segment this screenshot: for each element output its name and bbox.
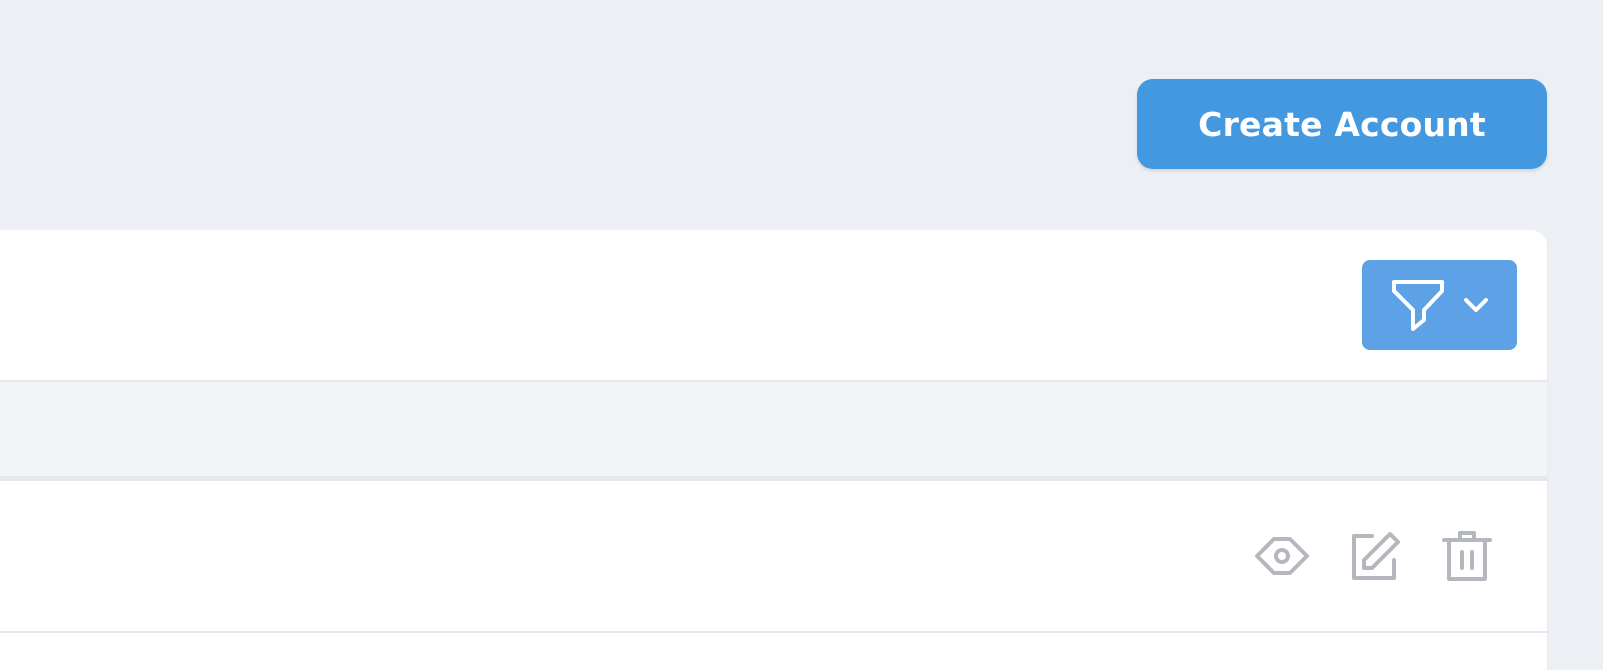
table-row xyxy=(0,481,1547,633)
create-account-button[interactable]: Create Account xyxy=(1137,79,1547,169)
table-header xyxy=(0,382,1547,481)
row-actions xyxy=(1254,481,1492,631)
funnel-icon xyxy=(1391,279,1445,331)
chevron-down-icon xyxy=(1463,297,1489,313)
trash-icon[interactable] xyxy=(1442,530,1492,582)
edit-icon[interactable] xyxy=(1350,530,1402,582)
eye-icon[interactable] xyxy=(1254,535,1310,577)
filter-dropdown-button[interactable] xyxy=(1362,260,1517,350)
card-toolbar xyxy=(0,230,1547,382)
accounts-card xyxy=(0,230,1547,670)
